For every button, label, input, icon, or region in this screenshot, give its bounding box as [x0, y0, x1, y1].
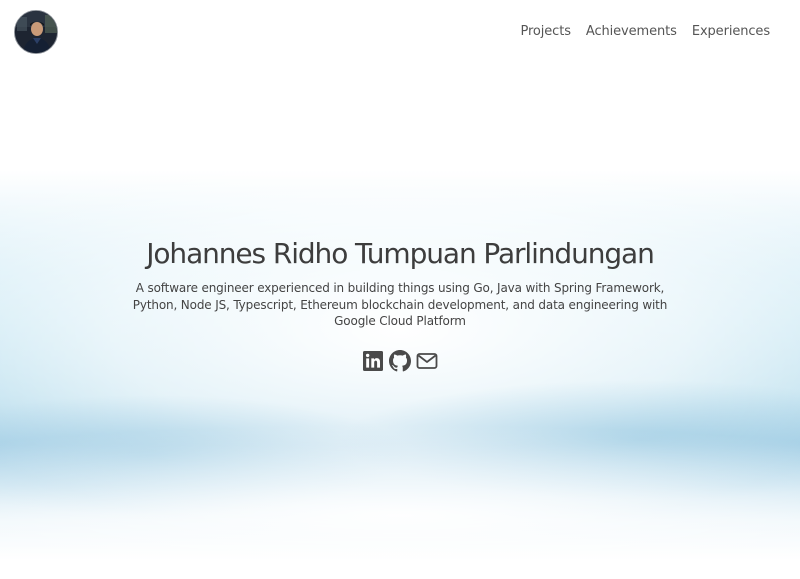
- hero-description: A software engineer experienced in build…: [132, 281, 668, 328]
- avatar-photo: [15, 11, 57, 53]
- social-links: [0, 349, 800, 372]
- mail-icon: [416, 352, 438, 369]
- avatar[interactable]: [14, 10, 58, 54]
- site-header: Projects Achievements Experiences: [0, 0, 800, 66]
- nav-projects[interactable]: Projects: [520, 24, 571, 39]
- main-nav: Projects Achievements Experiences: [520, 24, 770, 39]
- hero-name: Johannes Ridho Tumpuan Parlindungan: [146, 237, 655, 270]
- mail-link[interactable]: [416, 350, 438, 372]
- linkedin-link[interactable]: [362, 350, 384, 372]
- nav-experiences[interactable]: Experiences: [692, 24, 770, 39]
- github-icon: [389, 349, 411, 371]
- linkedin-icon: [363, 350, 383, 371]
- nav-achievements[interactable]: Achievements: [586, 24, 677, 39]
- github-link[interactable]: [389, 349, 411, 372]
- hero-section: Johannes Ridho Tumpuan Parlindungan A so…: [0, 232, 800, 372]
